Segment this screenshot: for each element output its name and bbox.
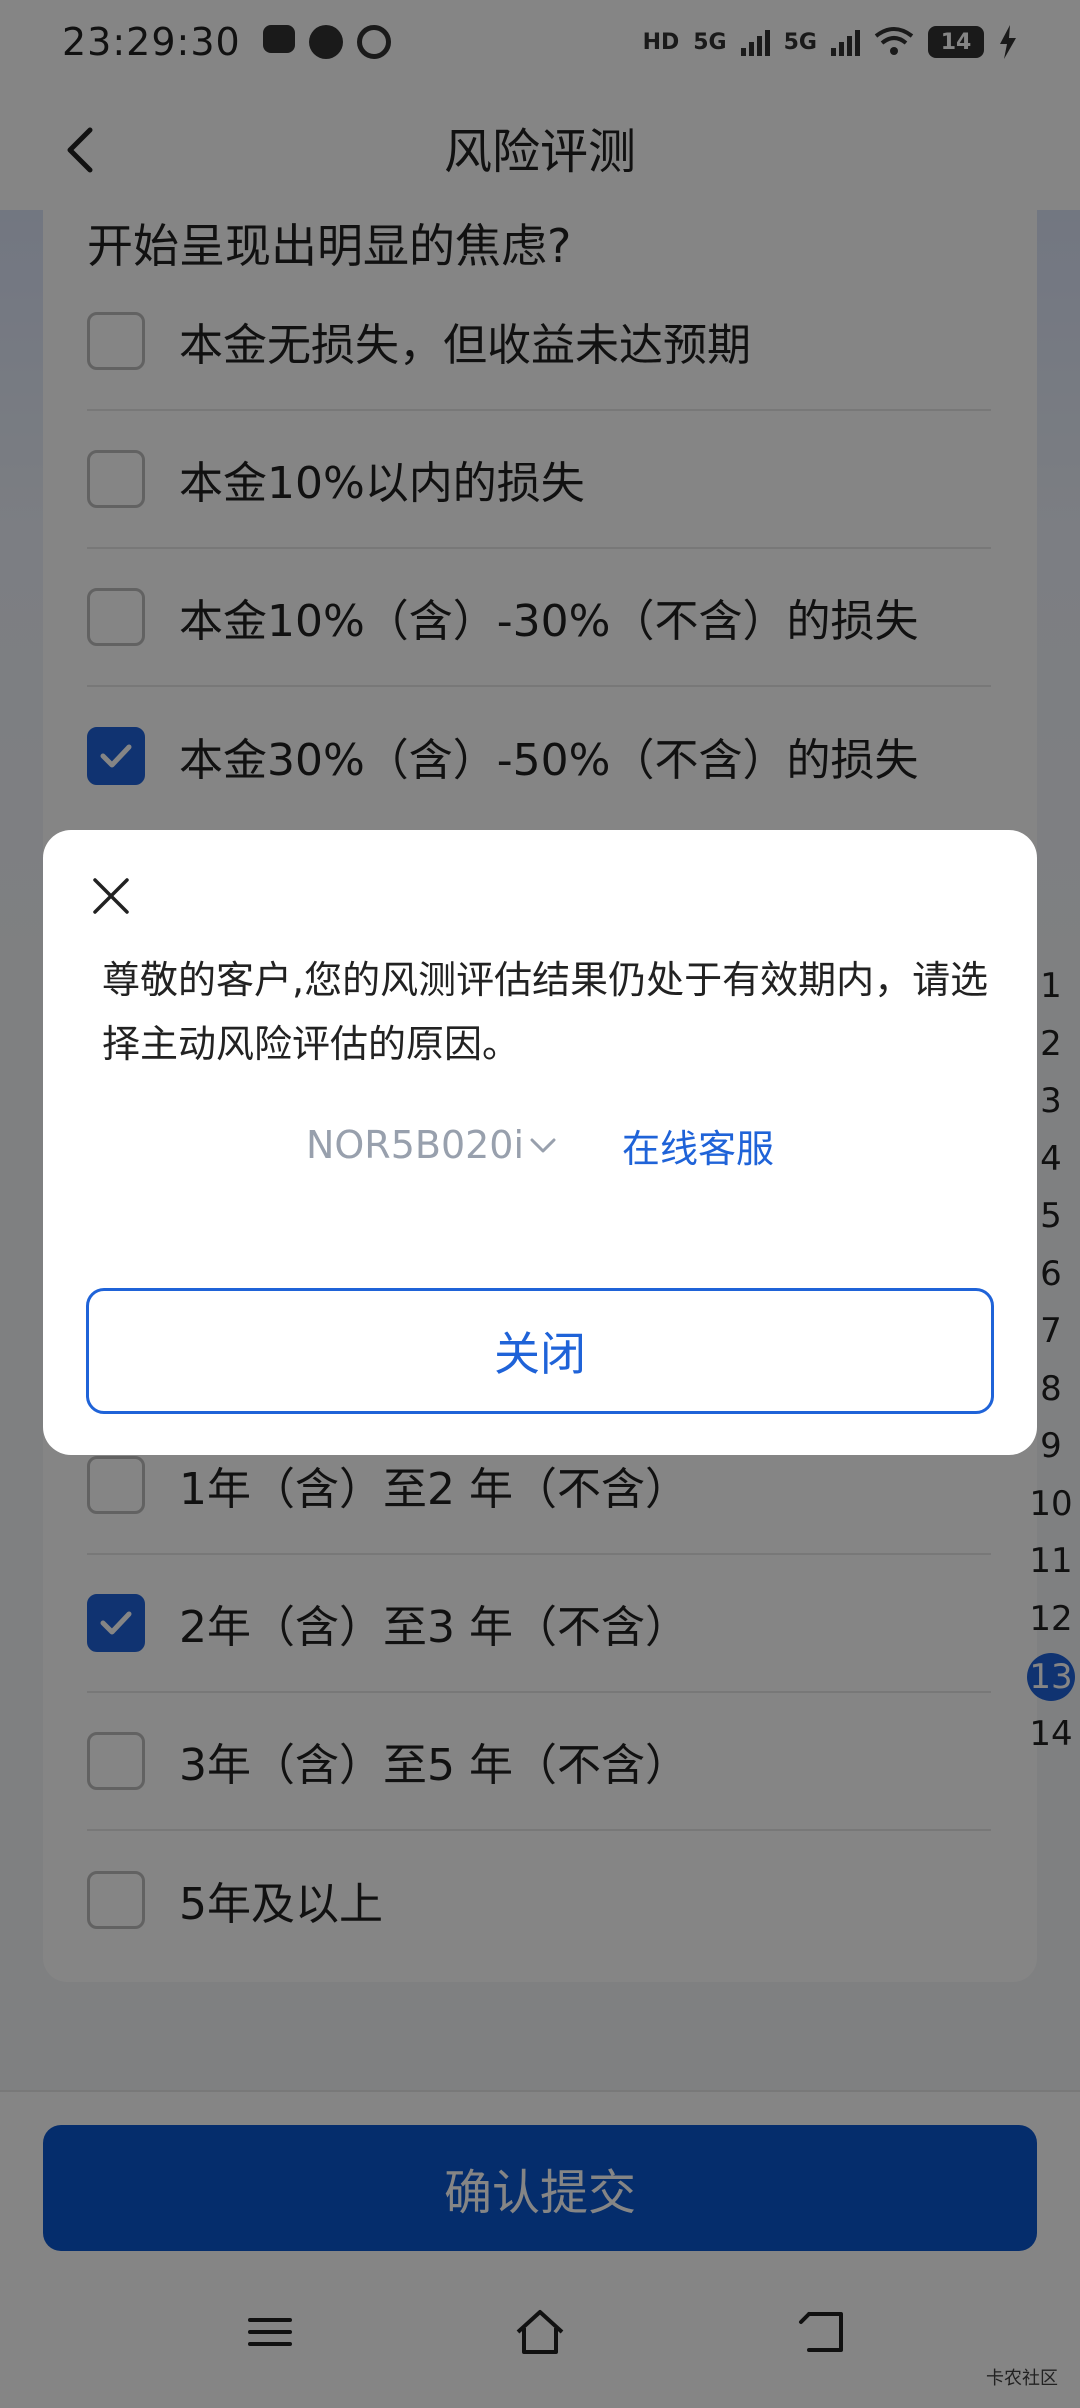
code-select[interactable]: NOR5B020i [306, 1123, 558, 1167]
close-icon[interactable] [87, 872, 135, 920]
chevron-down-icon [530, 1138, 556, 1153]
code-text: NOR5B020i [305, 1123, 525, 1167]
watermark-text: 卡农社区 [986, 2368, 1058, 2389]
dialog-meta-row: NOR5B020i 在线客服 [43, 1113, 1037, 1177]
dialog-message: 尊敬的客户,您的风测评估结果仍处于有效期内，请选择主动风险评估的原因。 [102, 958, 989, 1066]
online-service-link[interactable]: 在线客服 [622, 1118, 774, 1173]
risk-reason-dialog: 尊敬的客户,您的风测评估结果仍处于有效期内，请选择主动风险评估的原因。 NOR5… [43, 830, 1037, 1455]
close-button[interactable]: 关闭 [86, 1288, 994, 1414]
